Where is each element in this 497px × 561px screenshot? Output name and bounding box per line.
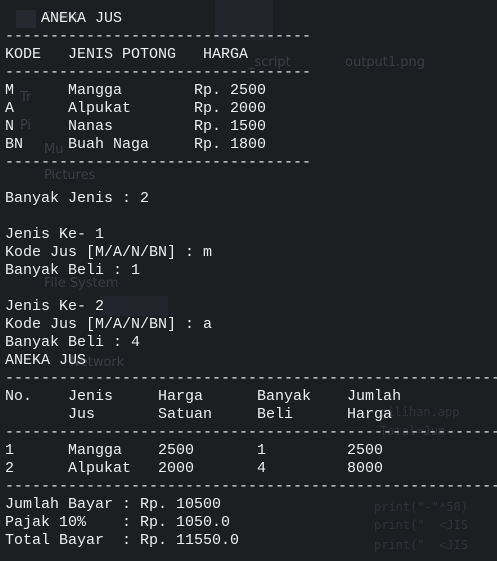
terminal-output: ANEKA JUS -------------------------------… [5, 10, 497, 550]
terminal-line: ---------------------------------- [5, 28, 312, 45]
terminal-line: No. Jenis Harga Banyak Jumlah [5, 388, 402, 405]
terminal-line: A Alpukat Rp. 2000 [5, 100, 267, 117]
terminal-line: Banyak Beli : 4 [5, 334, 141, 351]
terminal-line: ----------------------------------------… [5, 424, 497, 441]
terminal-line: Jumlah Bayar : Rp. 10500 [5, 496, 222, 513]
terminal-line: BN Buah Naga Rp. 1800 [5, 136, 267, 153]
terminal-line: Jus Satuan Beli Harga [5, 406, 393, 423]
terminal-line: ANEKA JUS [5, 10, 123, 27]
terminal-line: ---------------------------------- [5, 64, 312, 81]
terminal-line: Banyak Jenis : 2 [5, 190, 150, 207]
terminal-line: ANEKA JUS [5, 352, 87, 369]
terminal-line: KODE JENIS POTONG HARGA [5, 46, 249, 63]
terminal-line: N Nanas Rp. 1500 [5, 118, 267, 135]
terminal-line: Banyak Beli : 1 [5, 262, 141, 279]
terminal-line: Kode Jus [M/A/N/BN] : m [5, 244, 213, 261]
terminal-line: Jenis Ke- 2 [5, 298, 105, 315]
terminal-line: 1 Mangga 2500 1 2500 [5, 442, 384, 459]
terminal-line: ---------------------------------- [5, 154, 312, 171]
terminal-line: ----------------------------------------… [5, 370, 497, 387]
terminal-line: M Mangga Rp. 2500 [5, 82, 267, 99]
terminal-line: Total Bayar : Rp. 11550.0 [5, 532, 240, 549]
terminal-line: Pajak 10% : Rp. 1050.0 [5, 514, 231, 531]
terminal-line: ----------------------------------------… [5, 478, 497, 495]
terminal-line: 2 Alpukat 2000 4 8000 [5, 460, 384, 477]
terminal-line: Kode Jus [M/A/N/BN] : a [5, 316, 213, 333]
terminal-line: Jenis Ke- 1 [5, 226, 105, 243]
